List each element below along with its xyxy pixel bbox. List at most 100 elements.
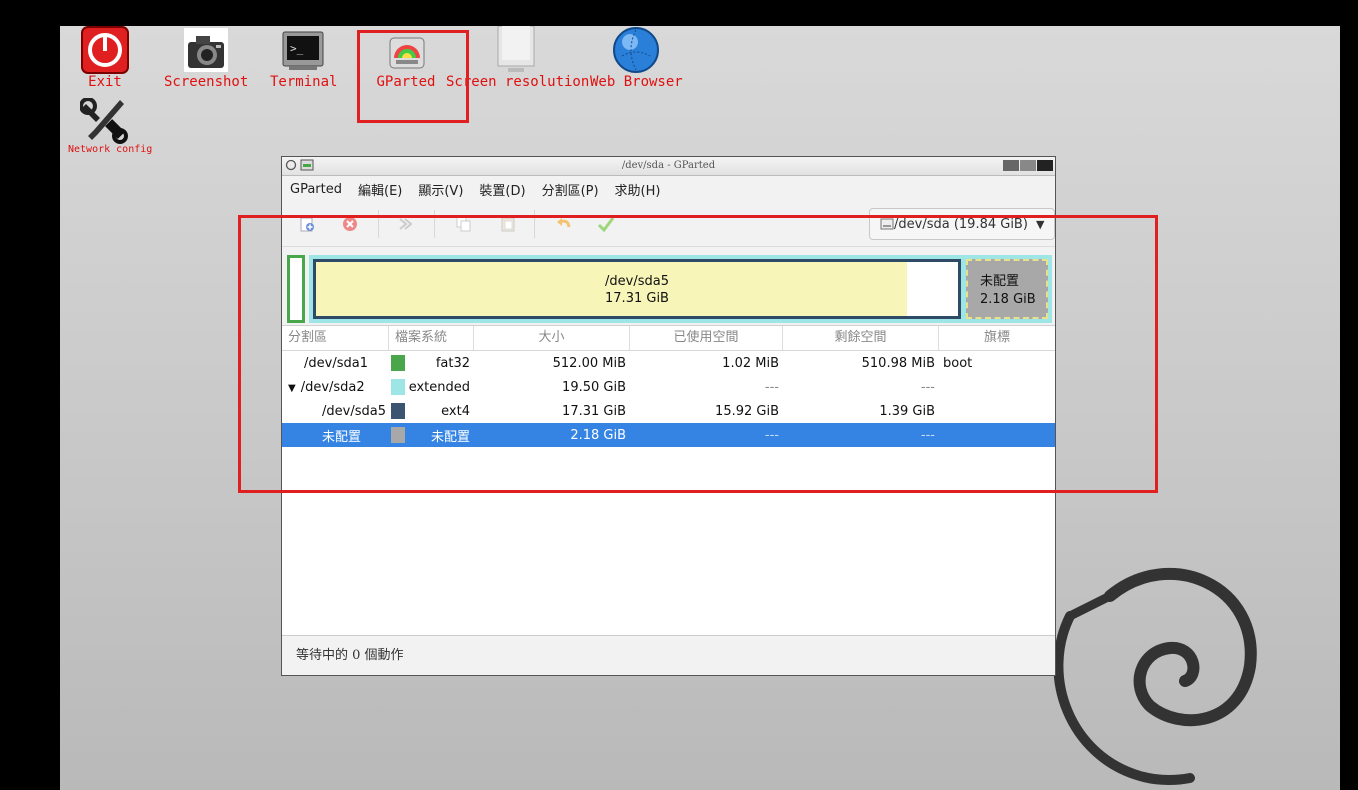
col-used[interactable]: 已使用空間 [630,326,783,350]
maximize-button[interactable] [1020,160,1036,171]
col-flags[interactable]: 旗標 [939,326,1055,350]
cell-filesystem: extended [408,379,470,395]
copy-icon [456,216,471,232]
fs-color-swatch [391,355,405,371]
desktop-icon-label: Exit [88,74,122,90]
window-title: /dev/sda - GParted [621,160,716,171]
cell-flags: boot [943,355,973,371]
status-bar: 等待中的 0 個動作 [282,635,1055,675]
minimize-button[interactable] [1003,160,1019,171]
desktop-icon-label: Screenshot [164,74,249,90]
desktop-icon-label: GParted [376,74,436,90]
expander-triangle-icon[interactable]: ▼ [288,383,296,394]
device-selector-label: /dev/sda (19.84 GiB) [894,216,1028,232]
table-row[interactable]: ▼ /dev/sda2 extended 19.50 GiB --- --- [282,375,1055,399]
col-partition[interactable]: 分割區 [282,326,389,350]
diskmap-extended[interactable]: /dev/sda5 17.31 GiB 未配置 2.18 GiB [309,255,1052,323]
disk-map: /dev/sda5 17.31 GiB 未配置 2.18 GiB [282,247,1055,326]
col-size[interactable]: 大小 [474,326,630,350]
partition-table: /dev/sda1 fat32 512.00 MiB 1.02 MiB 510.… [282,351,1055,447]
chevron-down-icon: ▼ [1035,217,1045,231]
desktop-icon-label: Network config [68,144,153,155]
diskmap-sda5[interactable]: /dev/sda5 17.31 GiB [313,259,961,319]
resize-move-icon [399,218,413,230]
close-button[interactable] [1037,160,1053,171]
gparted-window: /dev/sda - GParted GParted 編輯(E) 顯示(V) 裝… [281,156,1056,676]
window-titlebar[interactable]: /dev/sda - GParted [282,157,1055,176]
table-row[interactable]: /dev/sda5 ext4 17.31 GiB 15.92 GiB 1.39 … [282,399,1055,423]
new-partition-icon [300,217,314,232]
delete-partition-button[interactable] [340,214,360,234]
cell-used: --- [764,427,779,443]
cell-free: 510.98 MiB [861,355,935,371]
undo-button[interactable] [554,214,574,234]
apply-button[interactable] [596,214,616,234]
globe-icon [613,27,659,73]
cell-partition: /dev/sda5 [322,403,386,419]
diskmap-unallocated-name: 未配置 [980,274,1020,289]
cell-size: 512.00 MiB [552,355,626,371]
cell-partition: /dev/sda1 [304,355,368,371]
gparted-icon [389,37,425,69]
cell-used: --- [764,379,779,395]
table-row-selected[interactable]: 未配置 未配置 2.18 GiB --- --- [282,423,1055,447]
fs-color-swatch [391,379,405,395]
desktop-icon-label: Screen resolution [446,74,590,90]
paste-icon [501,217,515,232]
cell-free: --- [920,379,935,395]
cell-filesystem: fat32 [435,355,470,371]
cell-size: 19.50 GiB [562,379,626,395]
col-free[interactable]: 剩餘空間 [783,326,939,350]
table-row[interactable]: /dev/sda1 fat32 512.00 MiB 1.02 MiB 510.… [282,351,1055,375]
checkmark-icon [597,217,615,233]
new-partition-button[interactable] [298,214,318,234]
delete-icon [343,217,357,231]
disk-icon [880,218,894,230]
monitor-icon [497,26,535,72]
cell-size: 2.18 GiB [570,427,626,443]
desktop-icon-screen-resolution[interactable]: Screen resolution [446,26,590,90]
desktop-icon-exit[interactable]: Exit [74,26,136,90]
cell-size: 17.31 GiB [562,403,626,419]
tools-icon [80,98,128,144]
cell-partition: 未配置 [322,429,362,445]
svg-text:>_: >_ [290,42,304,55]
cell-partition: /dev/sda2 [300,379,365,395]
fs-color-swatch [391,403,405,419]
cell-used: 1.02 MiB [722,355,779,371]
col-filesystem[interactable]: 檔案系統 [389,326,474,350]
desktop-icon-label: Web Browser [590,74,683,90]
menu-view[interactable]: 顯示(V) [418,180,463,199]
diskmap-unallocated[interactable]: 未配置 2.18 GiB [966,259,1048,319]
diskmap-unallocated-size: 2.18 GiB [980,292,1036,307]
desktop-icon-network-config[interactable]: Network config [68,98,153,156]
cell-filesystem: ext4 [441,403,470,419]
device-selector[interactable]: /dev/sda (19.84 GiB) ▼ [869,208,1055,240]
menu-device[interactable]: 裝置(D) [479,180,525,199]
menubar: GParted 編輯(E) 顯示(V) 裝置(D) 分割區(P) 求助(H) [282,176,1055,202]
copy-button[interactable] [454,214,474,234]
undo-icon [557,218,571,228]
diskmap-sda5-size: 17.31 GiB [605,291,669,306]
desktop-icon-terminal[interactable]: >_ Terminal [270,26,338,90]
debian-swirl-logo [1053,567,1257,785]
cell-filesystem: 未配置 [430,429,470,445]
desktop-icon-screenshot[interactable]: Screenshot [164,26,248,90]
menu-edit[interactable]: 編輯(E) [358,180,402,199]
desktop-icon-web-browser[interactable]: Web Browser [590,26,683,90]
partition-table-header: 分割區 檔案系統 大小 已使用空間 剩餘空間 旗標 [282,326,1055,351]
fs-color-swatch [391,427,405,443]
diskmap-sda5-name: /dev/sda5 [605,274,669,289]
camera-icon [184,28,228,72]
resize-move-button[interactable] [396,214,416,234]
diskmap-sda1[interactable] [287,255,305,323]
desktop-icon-gparted[interactable]: GParted [372,26,440,90]
toolbar: /dev/sda (19.84 GiB) ▼ [282,202,1055,247]
menu-partition[interactable]: 分割區(P) [542,180,599,199]
cell-free: --- [920,427,935,443]
desktop-icon-label: Terminal [270,74,338,90]
cell-free: 1.39 GiB [879,403,935,419]
menu-help[interactable]: 求助(H) [615,180,661,199]
menu-gparted[interactable]: GParted [290,182,342,197]
paste-button[interactable] [498,214,518,234]
